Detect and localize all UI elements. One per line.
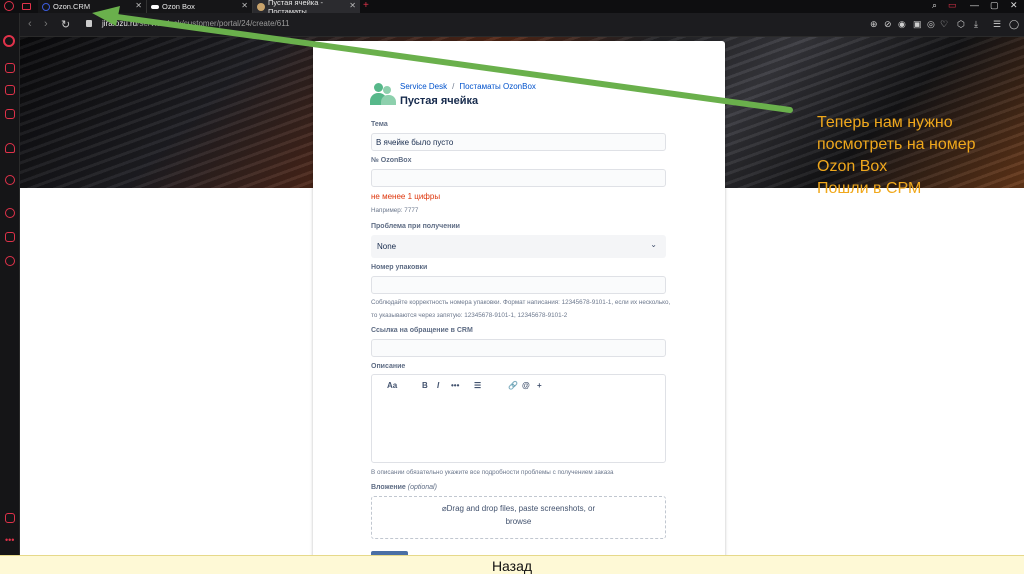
- back-button[interactable]: Назад: [0, 558, 1024, 574]
- back-bar[interactable]: Назад: [0, 555, 1024, 574]
- tutorial-arrow: [92, 6, 793, 113]
- tutorial-arrow-line: [107, 13, 793, 113]
- tutorial-arrow-head: [92, 6, 120, 26]
